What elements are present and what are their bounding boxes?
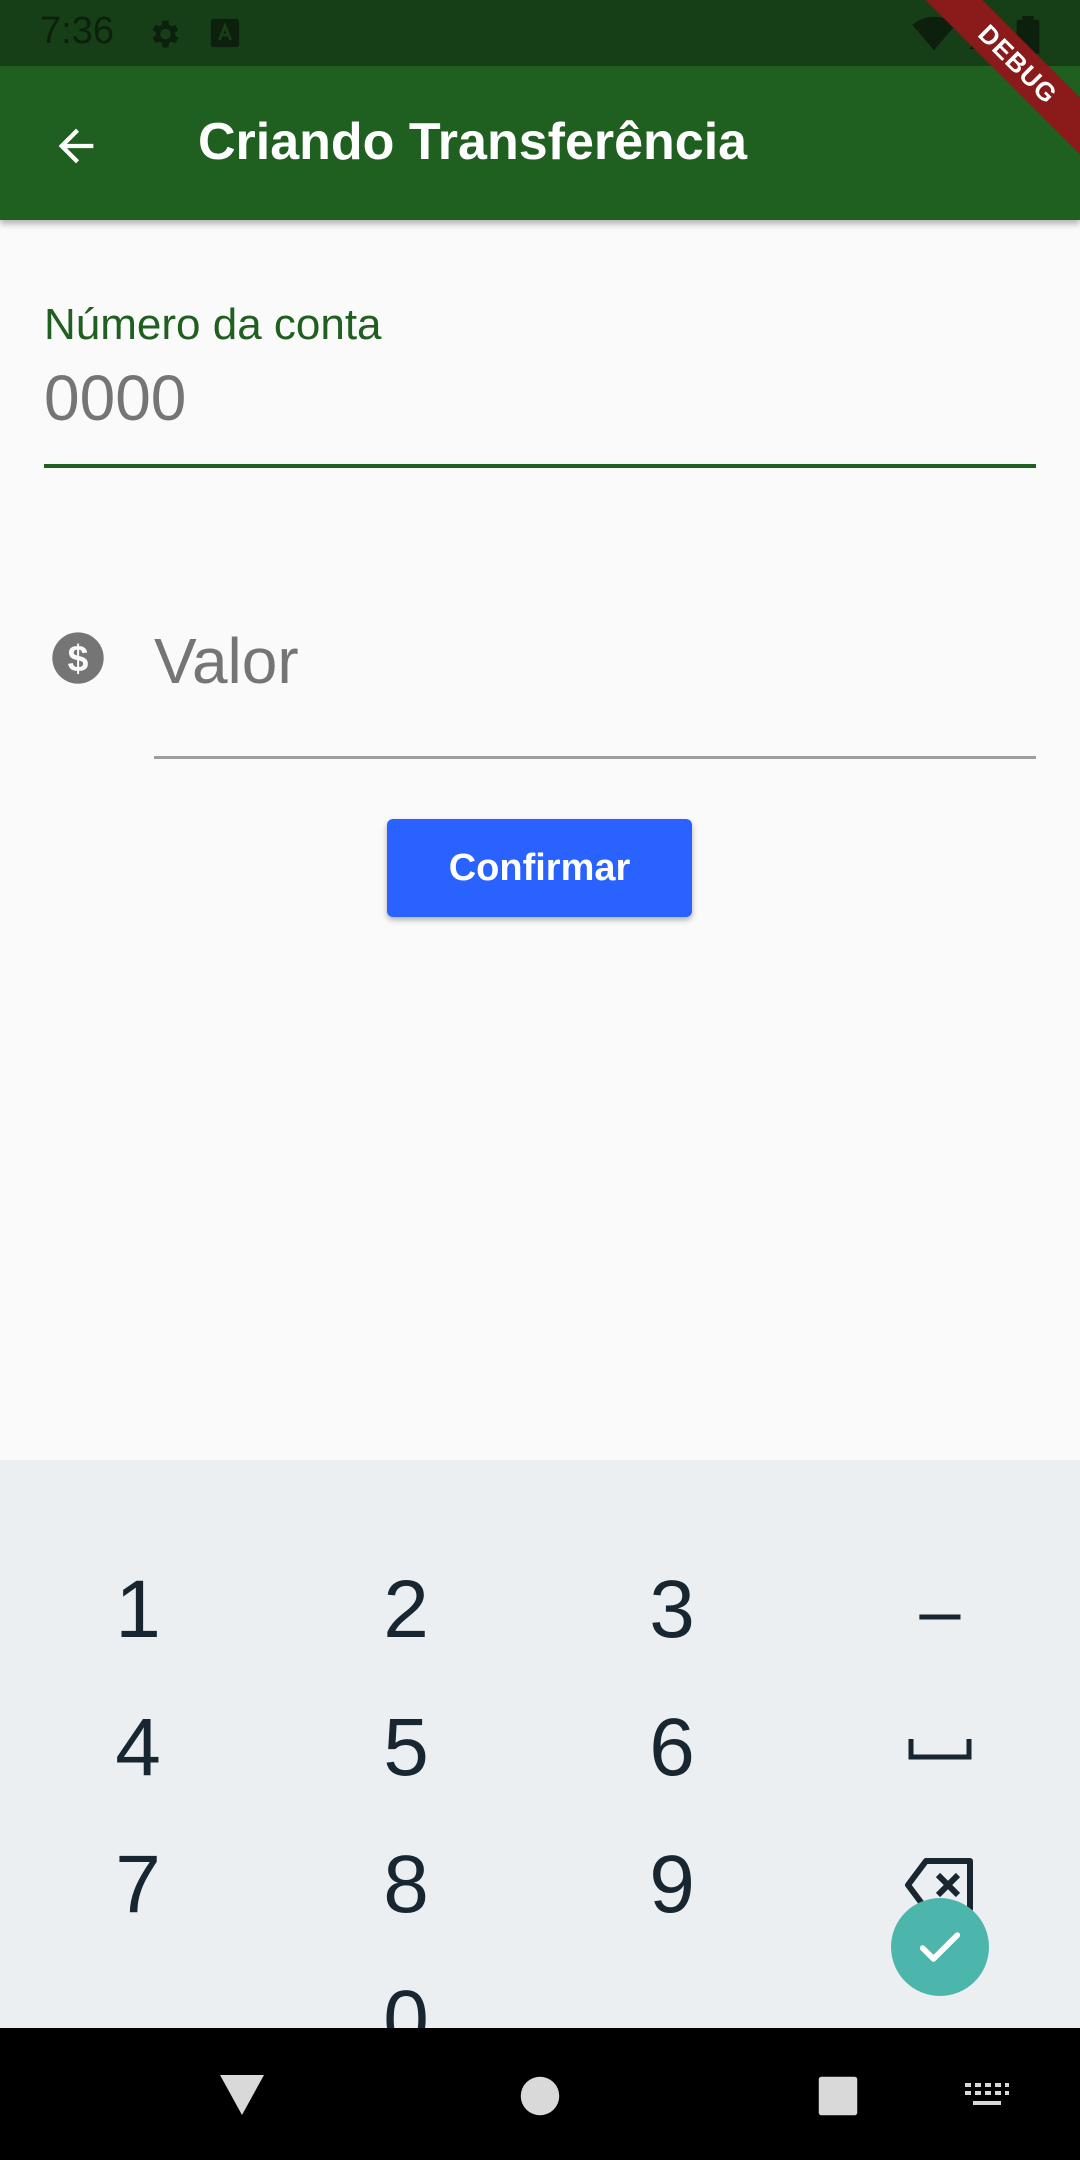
nav-keyboard-switch-button[interactable] [960,2072,1014,2120]
done-key[interactable] [891,1898,989,1996]
font-a-icon [208,16,244,52]
account-number-field[interactable]: Número da conta [44,290,1036,470]
keyboard-icon [965,2083,1009,2105]
svg-text:$: $ [68,637,89,679]
check-icon [919,1932,961,1962]
key-space[interactable] [840,1688,1040,1808]
key-minus[interactable]: – [840,1550,1040,1670]
page-title: Criando Transferência [198,113,748,171]
value-underline [154,756,1036,759]
key-9[interactable]: 9 [572,1825,772,1945]
nav-recents-button[interactable] [810,2068,866,2124]
value-input[interactable] [154,616,1034,706]
key-7[interactable]: 7 [38,1825,238,1945]
key-3[interactable]: 3 [572,1550,772,1670]
nav-home-button[interactable] [512,2068,568,2124]
key-4[interactable]: 4 [38,1688,238,1808]
arrow-back-icon [58,128,94,164]
key-5[interactable]: 5 [306,1688,506,1808]
key-8[interactable]: 8 [306,1825,506,1945]
navigation-bar [0,2028,1080,2160]
settings-icon [146,16,182,52]
nav-back-button[interactable] [210,2064,274,2124]
status-bar: 7:36 [0,0,1080,66]
space-icon [908,1739,972,1760]
back-button[interactable] [36,106,116,186]
status-time: 7:36 [40,10,114,52]
square-recents-icon [818,2076,858,2116]
key-2[interactable]: 2 [306,1550,506,1670]
app-bar: Criando Transferência [0,66,1080,220]
confirm-button[interactable]: Confirmar [387,819,692,917]
numeric-keyboard: 1 2 3 – 4 5 6 7 8 9 , 0 . [0,1460,1080,2065]
account-number-label: Número da conta [44,300,382,349]
account-number-input[interactable] [44,358,1036,438]
dollar-icon: $ [50,630,106,686]
triangle-back-icon [220,2075,264,2115]
value-field[interactable]: $ [44,600,1036,760]
key-6[interactable]: 6 [572,1688,772,1808]
account-underline [44,464,1036,468]
circle-home-icon [520,2076,560,2116]
key-1[interactable]: 1 [38,1550,238,1670]
